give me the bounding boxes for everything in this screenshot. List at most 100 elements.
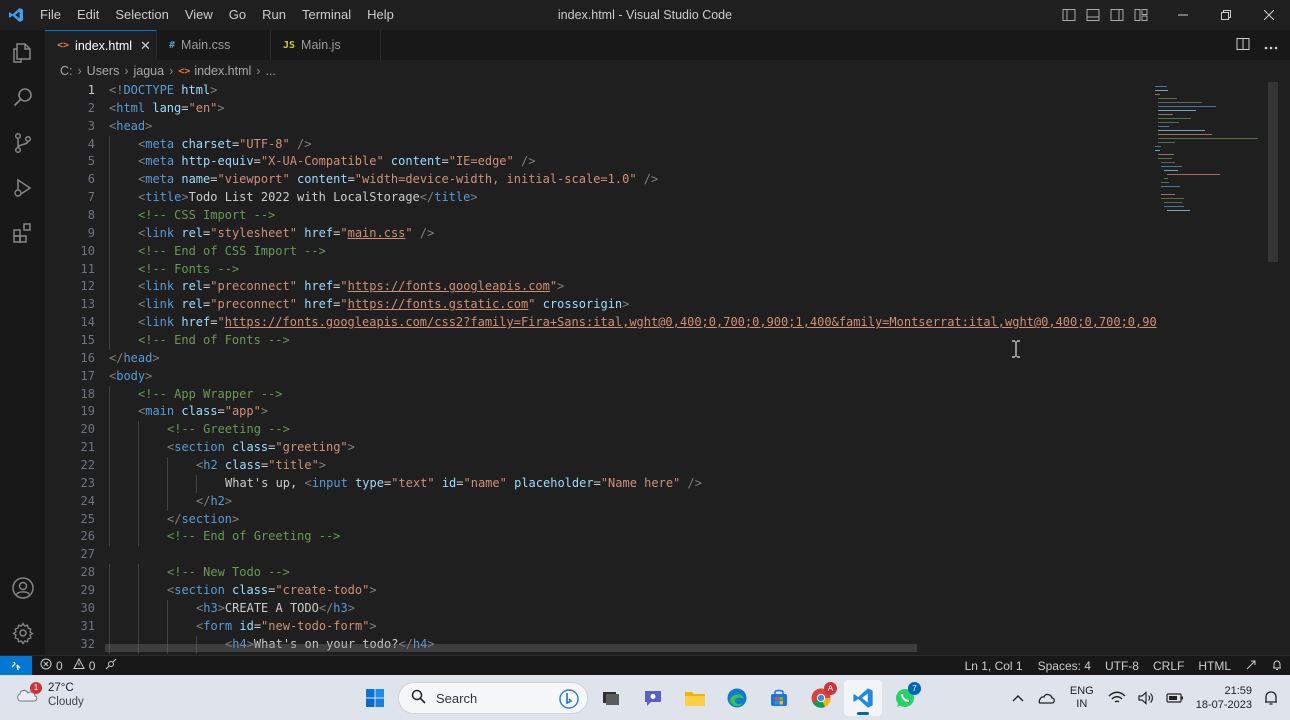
code-line[interactable]: <form id="new-todo-form"> (109, 617, 1169, 636)
menu-go[interactable]: Go (221, 4, 254, 26)
menu-terminal[interactable]: Terminal (294, 4, 359, 26)
code-line[interactable] (109, 546, 1169, 564)
code-line[interactable]: <!-- Greeting --> (109, 421, 1169, 440)
explorer-icon[interactable] (0, 30, 45, 75)
tab-main-js[interactable]: JS Main.js (271, 30, 381, 60)
vscode-taskbar-icon[interactable] (844, 680, 882, 716)
tab-index-html[interactable]: <> index.html ✕ (45, 30, 157, 60)
breadcrumb-symbols[interactable]: ... (265, 64, 275, 78)
code-line[interactable]: <h2 class="title"> (109, 457, 1169, 475)
minimize-icon[interactable] (1161, 0, 1204, 30)
more-actions-icon[interactable] (1264, 38, 1278, 53)
code-line[interactable]: <link href="https://fonts.googleapis.com… (109, 314, 1169, 333)
customize-layout-icon[interactable] (1132, 6, 1150, 24)
code-line[interactable]: <!-- End of CSS Import --> (109, 242, 1169, 261)
close-icon[interactable] (1247, 0, 1290, 30)
code-line[interactable]: <!DOCTYPE html> (109, 82, 1169, 100)
end-of-line[interactable]: CRLF (1146, 659, 1191, 673)
ports-icon[interactable] (105, 658, 117, 673)
minimap[interactable] (1155, 82, 1265, 222)
code-line[interactable]: </h2> (109, 492, 1169, 511)
wifi-icon[interactable] (1102, 691, 1132, 705)
code-line[interactable]: <h3>CREATE A TODO</h3> (109, 599, 1169, 618)
input-language-indicator[interactable]: ENG IN (1062, 685, 1102, 711)
onedrive-cloud-icon[interactable] (1030, 691, 1062, 705)
run-debug-icon[interactable] (0, 165, 45, 210)
edge-browser-icon[interactable] (718, 680, 756, 716)
tab-main-css[interactable]: # Main.css (157, 30, 271, 60)
vertical-scrollbar[interactable] (1268, 82, 1278, 262)
task-view-icon[interactable] (592, 680, 630, 716)
code-line[interactable]: <!-- App Wrapper --> (109, 385, 1169, 404)
system-clock[interactable]: 21:59 18-07-2023 (1190, 684, 1258, 712)
code-lines[interactable]: <!DOCTYPE html> <html lang="en"> <head> <me… (109, 82, 1169, 654)
show-hidden-icons-chevron-icon[interactable] (1006, 694, 1030, 702)
encoding[interactable]: UTF-8 (1098, 659, 1146, 673)
taskbar-search-box[interactable]: Search (398, 682, 588, 714)
code-editor[interactable]: 1 2 3 4 5 6 7 8 9 10 11 12 13 14 15 16 17 18 19 20 21 22 23 24 2… (45, 82, 1290, 655)
feedback-icon[interactable] (1238, 659, 1264, 674)
code-line[interactable]: <!-- CSS Import --> (109, 207, 1169, 225)
breadcrumb-user-folder[interactable]: jagua (134, 64, 165, 78)
windows-start-icon[interactable] (356, 680, 394, 716)
code-line[interactable]: <section class="create-todo"> (109, 582, 1169, 600)
menu-view[interactable]: View (177, 4, 221, 26)
code-line[interactable]: </head> (109, 350, 1169, 368)
code-line[interactable]: <meta name="viewport" content="width=dev… (109, 171, 1169, 190)
accounts-icon[interactable] (0, 565, 45, 610)
problems-indicator[interactable]: 0 0 (32, 657, 117, 673)
chrome-browser-icon[interactable]: A (802, 680, 840, 716)
language-mode[interactable]: HTML (1191, 659, 1238, 673)
code-line[interactable]: <!-- End of Greeting --> (109, 528, 1169, 547)
code-token: <!-- CSS Import --> (138, 208, 276, 223)
weather-widget[interactable]: 1 27°C Cloudy (14, 681, 84, 709)
code-line[interactable]: <main class="app"> (109, 403, 1169, 422)
code-line[interactable]: <body> (109, 368, 1169, 386)
code-line[interactable]: <html lang="en"> (109, 100, 1169, 118)
code-line[interactable]: <meta http-equiv="X-UA-Compatible" conte… (109, 153, 1169, 172)
code-token: href (304, 279, 334, 294)
source-control-icon[interactable] (0, 120, 45, 165)
teams-chat-icon[interactable] (634, 680, 672, 716)
remote-indicator-icon[interactable] (0, 655, 32, 676)
microsoft-store-icon[interactable] (760, 680, 798, 716)
menu-selection[interactable]: Selection (107, 4, 176, 26)
toggle-panel-icon[interactable] (1084, 6, 1102, 24)
menu-file[interactable]: File (32, 4, 69, 26)
horizontal-scrollbar[interactable] (105, 644, 917, 652)
code-line[interactable]: <!-- New Todo --> (109, 564, 1169, 583)
code-line[interactable]: <link rel="stylesheet" href="main.css" /… (109, 224, 1169, 243)
code-line[interactable]: <section class="greeting"> (109, 439, 1169, 458)
battery-icon[interactable] (1160, 692, 1190, 704)
toggle-primary-sidebar-icon[interactable] (1060, 6, 1078, 24)
indentation[interactable]: Spaces: 4 (1030, 659, 1098, 673)
close-tab-icon[interactable]: ✕ (140, 38, 151, 54)
notification-center-icon[interactable] (1258, 690, 1290, 706)
code-line[interactable]: What's up, <input type="text" id="name" … (109, 474, 1169, 493)
menu-run[interactable]: Run (254, 4, 294, 26)
code-line[interactable]: <!-- End of Fonts --> (109, 332, 1169, 350)
breadcrumb-drive[interactable]: C: (60, 64, 73, 78)
code-line[interactable]: <meta charset="UTF-8" /> (109, 135, 1169, 154)
code-line[interactable]: <!-- Fonts --> (109, 260, 1169, 279)
search-icon[interactable] (0, 75, 45, 120)
code-line[interactable]: <title>Todo List 2022 with LocalStorage<… (109, 189, 1169, 208)
cursor-position[interactable]: Ln 1, Col 1 (958, 659, 1030, 673)
extensions-icon[interactable] (0, 210, 45, 255)
restore-icon[interactable] (1204, 0, 1247, 30)
menu-help[interactable]: Help (359, 4, 402, 26)
menu-edit[interactable]: Edit (69, 4, 107, 26)
split-editor-icon[interactable] (1236, 37, 1250, 54)
breadcrumb-file[interactable]: index.html (194, 64, 251, 78)
code-line[interactable]: </section> (109, 510, 1169, 529)
speaker-volume-icon[interactable] (1132, 690, 1160, 705)
code-line[interactable]: <link rel="preconnect" href="https://fon… (109, 296, 1169, 315)
toggle-secondary-sidebar-icon[interactable] (1108, 6, 1126, 24)
code-line[interactable]: <link rel="preconnect" href="https://fon… (109, 278, 1169, 297)
whatsapp-icon[interactable]: 7 (886, 680, 924, 716)
breadcrumb-users[interactable]: Users (87, 64, 120, 78)
settings-gear-icon[interactable] (0, 610, 45, 655)
code-line[interactable]: <head> (109, 118, 1169, 136)
notifications-bell-icon[interactable] (1264, 659, 1290, 674)
file-explorer-icon[interactable] (676, 680, 714, 716)
